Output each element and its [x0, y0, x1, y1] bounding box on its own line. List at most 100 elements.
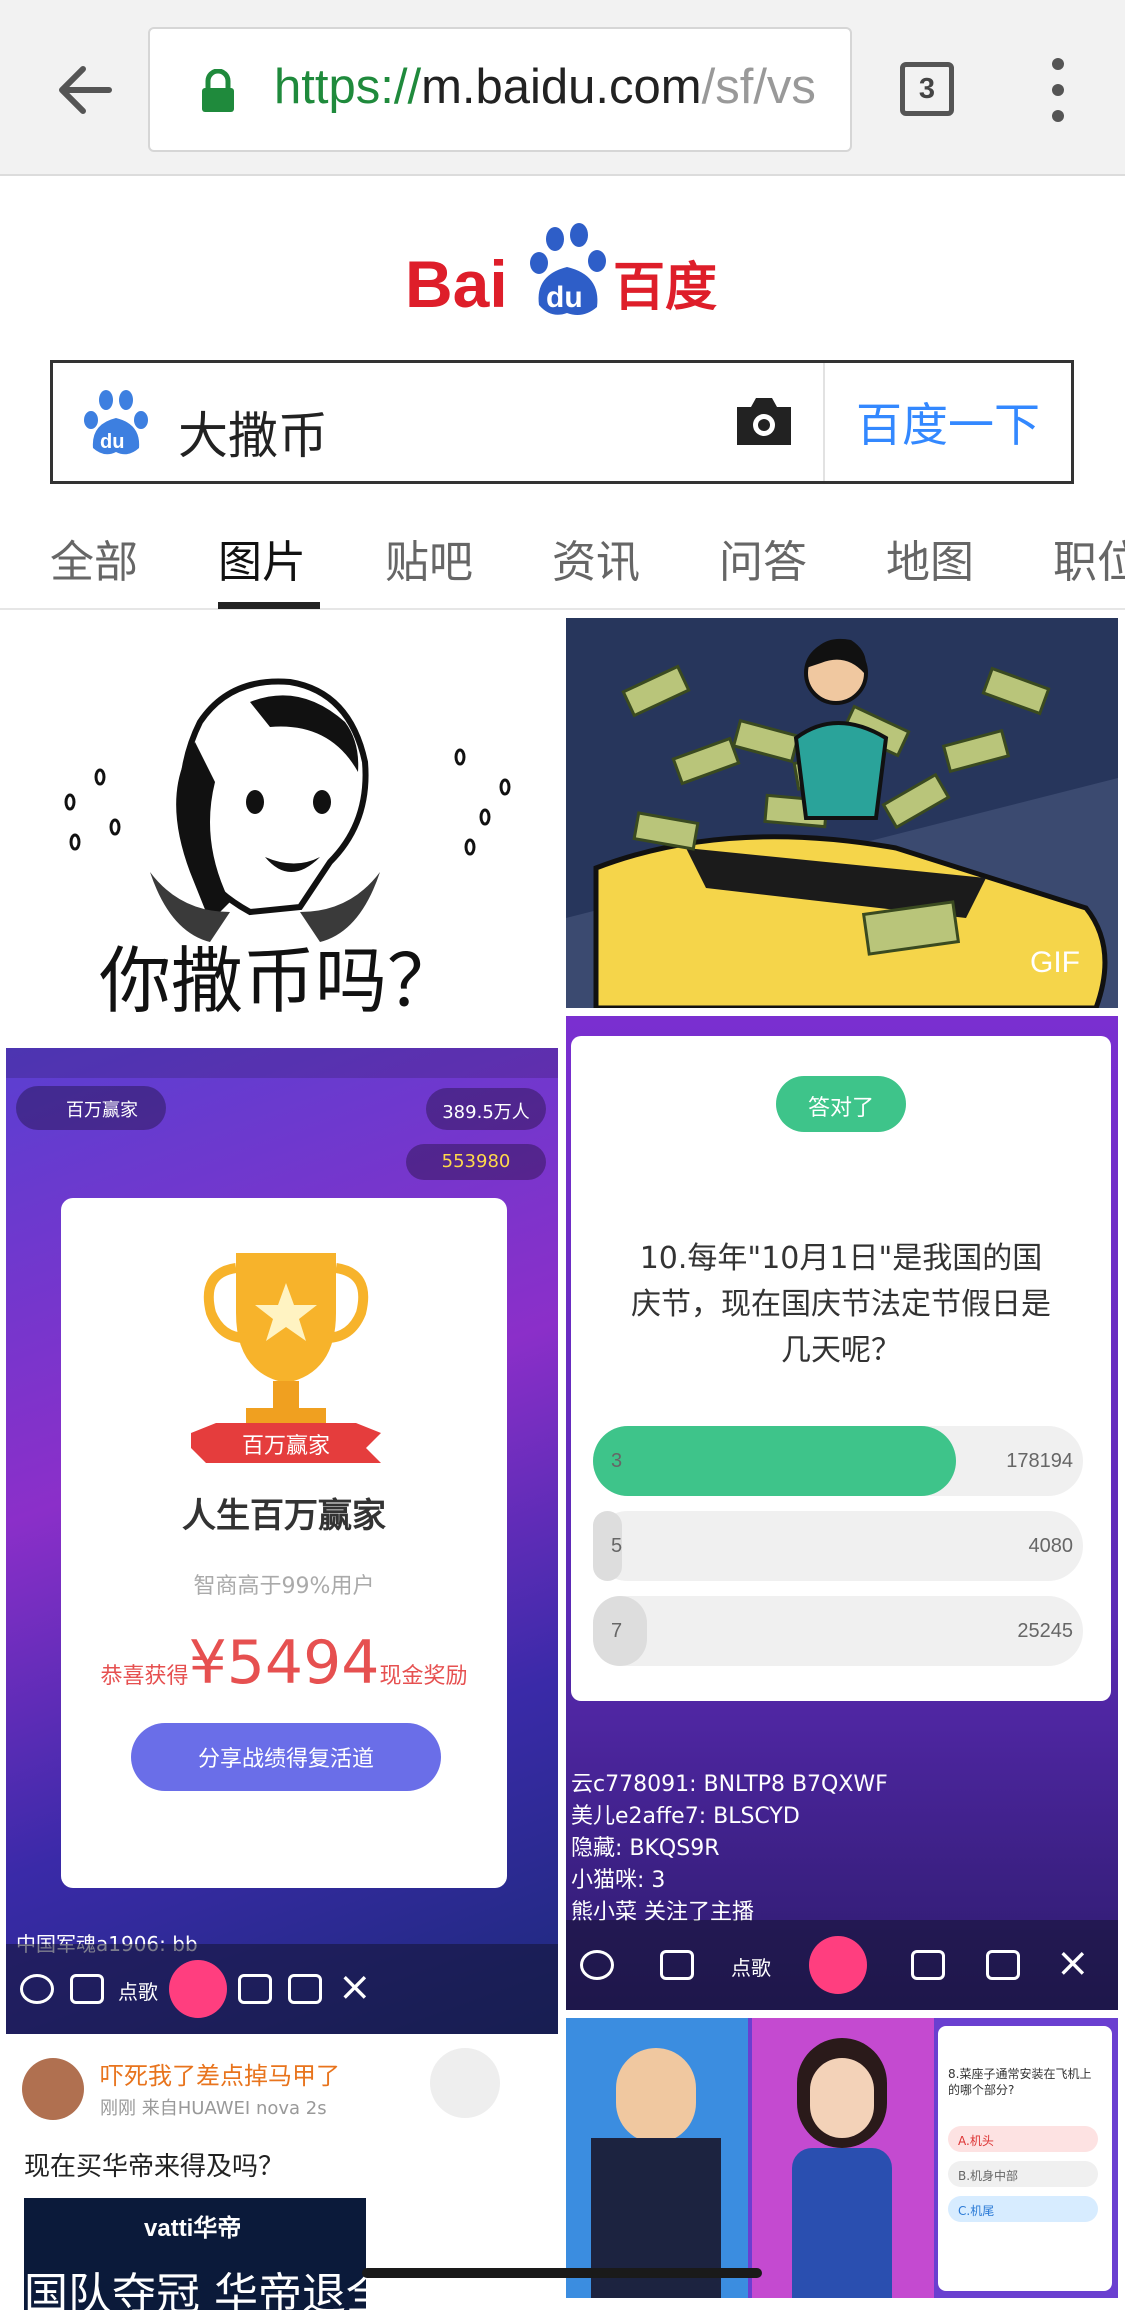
option-fill: [593, 1426, 956, 1496]
quiz-card: 答对了 10.每年"10月1日"是我国的国庆节，现在国庆节法定节假日是几天呢？ …: [571, 1036, 1111, 1701]
close-icon: ×: [338, 1964, 372, 2010]
card-subtitle: 智商高于99%用户: [193, 1574, 375, 1599]
gift-icon: [169, 1960, 227, 2018]
live-bottom-bar: 点歌 ×: [566, 1920, 1118, 2010]
gif-badge: GIF: [1030, 946, 1080, 979]
host-dress: [792, 2148, 892, 2298]
close-icon: ×: [1056, 1940, 1090, 1986]
tab-all[interactable]: 全部: [50, 526, 138, 590]
svg-text:du: du: [546, 281, 583, 314]
prize-line: 恭喜获得¥5494现金奖励: [61, 1628, 507, 1698]
mini-quiz-card: 8.菜座子通常安装在飞机上的哪个部分? A.机头 B.机身中部 C.机尾: [938, 2026, 1112, 2291]
image-result-gif[interactable]: GIF: [566, 618, 1118, 1008]
option-count: 4080: [1028, 1535, 1074, 1557]
quiz-question: 10.每年"10月1日"是我国的国庆节，现在国庆节法定节假日是几天呢？: [631, 1241, 1051, 1368]
prize-amount: ¥5494: [188, 1628, 380, 1698]
brand-text: vatti华帝: [144, 2215, 242, 2242]
message-icon: [660, 1950, 694, 1980]
trophy-icon: 百万赢家: [191, 1233, 381, 1487]
svg-text:du: du: [100, 431, 124, 453]
mini-question: 8.菜座子通常安装在飞机上的哪个部分?: [948, 2067, 1092, 2097]
host-face: [616, 2048, 696, 2143]
host-panel-1: [566, 2018, 748, 2298]
post-meta: 刚刚 来自HUAWEI nova 2s: [100, 2098, 327, 2119]
image-result-meme[interactable]: 你撒币吗？: [0, 612, 558, 1042]
url-host: m.baidu.com: [421, 60, 702, 114]
tab-jobs[interactable]: 职位: [1053, 526, 1125, 590]
option-label: 3: [611, 1450, 623, 1472]
live-bottom-bar: 点歌 ×: [6, 1944, 558, 2034]
share-icon: [986, 1950, 1020, 1980]
viewer-count: 389.5万人: [426, 1088, 546, 1130]
tab-tieba[interactable]: 贴吧: [385, 526, 473, 590]
phone-status-bar: [6, 1048, 558, 1078]
prize-prefix: 恭喜获得: [100, 1664, 189, 1689]
song-label: 点歌: [118, 1980, 158, 2004]
answered-badge: 答对了: [776, 1076, 906, 1132]
url-protocol: https://: [274, 60, 422, 114]
host-panel-2: [752, 2018, 934, 2298]
mini-option: A.机头: [948, 2126, 1098, 2152]
more-vertical-icon[interactable]: [1040, 58, 1076, 122]
song-label: 点歌: [731, 1956, 771, 1980]
browser-toolbar: https://m.baidu.com/sf/vs 3: [0, 0, 1125, 176]
banner-text: 国队夺冠 华帝退全: [24, 2269, 366, 2310]
quiz-option: 7 25245: [593, 1596, 1083, 1666]
camera-icon[interactable]: [733, 393, 795, 453]
host-face: [810, 2058, 874, 2138]
copy-icon: [238, 1974, 272, 2004]
image-result-winner-screen[interactable]: 百万赢家 389.5万人 553980 百万赢家 人生百万赢家 智商高于99%用…: [6, 1048, 558, 2034]
chat-message: 隐藏: BKQS9R: [571, 1836, 720, 1861]
post-image: vatti华帝 国队夺冠 华帝退全: [24, 2198, 366, 2310]
url-text: https://m.baidu.com/sf/vs: [274, 59, 816, 115]
chat-message: 小猫咪: 3: [571, 1868, 666, 1893]
ribbon-label: 百万赢家: [241, 1434, 330, 1459]
share-button: 分享战绩得复活道: [131, 1723, 441, 1791]
baidu-paw-icon: du: [83, 388, 149, 462]
share-icon: [288, 1974, 322, 2004]
address-bar[interactable]: https://m.baidu.com/sf/vs: [148, 27, 852, 152]
active-tab-indicator: [218, 602, 320, 609]
prize-suffix: 现金奖励: [379, 1664, 468, 1689]
lock-icon: [200, 68, 236, 117]
tab-count: 3: [918, 72, 936, 105]
sticker-icon: [430, 2048, 500, 2118]
gift-icon: [809, 1936, 867, 1994]
mini-option: C.机尾: [948, 2196, 1098, 2222]
tab-news[interactable]: 资讯: [552, 526, 640, 590]
option-label: 7: [611, 1620, 623, 1642]
tab-switcher-button[interactable]: 3: [900, 62, 954, 116]
image-result-quiz-screen[interactable]: 答对了 10.每年"10月1日"是我国的国庆节，现在国庆节法定节假日是几天呢？ …: [566, 1016, 1118, 2010]
option-count: 25245: [1017, 1620, 1073, 1642]
chat-message: 美儿e2affe7: BLSCYD: [571, 1804, 800, 1829]
chat-message: 云c778091: BNLTP8 B7QXWF: [571, 1772, 888, 1797]
comment-icon: [580, 1950, 614, 1980]
image-result-hosts[interactable]: 8.菜座子通常安装在飞机上的哪个部分? A.机头 B.机身中部 C.机尾: [566, 2018, 1118, 2298]
svg-text:Bai: Bai: [405, 247, 508, 321]
tab-qa[interactable]: 问答: [719, 526, 807, 590]
quiz-option: 5 4080: [593, 1511, 1083, 1581]
search-input[interactable]: 大撒币: [178, 396, 328, 468]
quiz-option: 3 178194: [593, 1426, 1083, 1496]
post-author: 吓死我了差点掉马甲了: [100, 2062, 340, 2090]
avatar: [22, 2058, 84, 2120]
tab-images[interactable]: 图片: [218, 526, 306, 590]
meme-caption: 你撒币吗？: [98, 939, 459, 1023]
search-box: du 大撒币 百度一下: [50, 360, 1074, 484]
baidu-logo[interactable]: Bai du 百度: [405, 215, 725, 325]
tab-map[interactable]: 地图: [886, 526, 974, 590]
winner-card: 百万赢家 人生百万赢家 智商高于99%用户 恭喜获得¥5494现金奖励 分享战绩…: [61, 1198, 507, 1888]
search-button[interactable]: 百度一下: [823, 363, 1071, 481]
back-arrow-icon[interactable]: [50, 55, 120, 125]
option-count: 178194: [1006, 1450, 1073, 1472]
mini-option: B.机身中部: [948, 2161, 1098, 2187]
comment-icon: [20, 1974, 54, 2004]
svg-text:百度: 百度: [613, 258, 717, 318]
card-title: 人生百万赢家: [182, 1496, 386, 1536]
url-path: /sf/vs: [701, 60, 816, 114]
category-tabs: 全部 图片 贴吧 资讯 问答 地图 职位: [0, 500, 1125, 610]
host-badge: 百万赢家: [16, 1086, 166, 1130]
coin-count: 553980: [406, 1144, 546, 1180]
copy-icon: [911, 1950, 945, 1980]
post-text: 现在买华帝来得及吗？: [24, 2152, 285, 2182]
